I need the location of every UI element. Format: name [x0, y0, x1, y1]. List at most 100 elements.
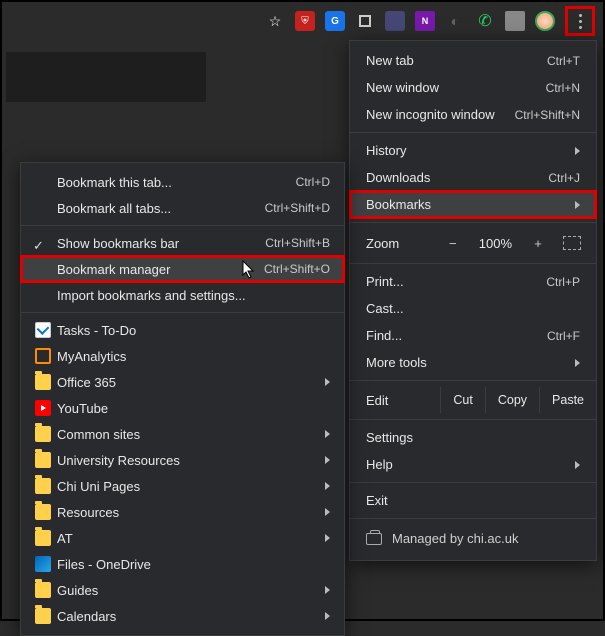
- menu-cast[interactable]: Cast...: [350, 295, 596, 322]
- dim-extension-icon[interactable]: ◐: [445, 11, 465, 31]
- whatsapp-icon[interactable]: ✆: [475, 11, 495, 31]
- shortcut-text: Ctrl+Shift+B: [265, 236, 330, 250]
- onenote-icon[interactable]: N: [415, 11, 435, 31]
- menu-help[interactable]: Help: [350, 451, 596, 478]
- submenu-label: Import bookmarks and settings...: [57, 288, 330, 303]
- zoom-value: 100%: [473, 236, 518, 251]
- teams-icon[interactable]: [385, 11, 405, 31]
- bookmark-item[interactable]: Tasks - To-Do: [21, 317, 344, 343]
- box-icon[interactable]: [355, 11, 375, 31]
- bookmark-folder[interactable]: Chi Uni Pages: [21, 473, 344, 499]
- kebab-menu-button[interactable]: [570, 11, 590, 31]
- bookmark-item[interactable]: MyAnalytics: [21, 343, 344, 369]
- bookmark-star-icon[interactable]: ☆: [265, 11, 285, 31]
- submenu-label: Bookmark this tab...: [57, 175, 296, 190]
- menu-history[interactable]: History: [350, 137, 596, 164]
- submenu-arrow-icon: [325, 534, 330, 542]
- bookmarks-submenu: Bookmark this tab... Ctrl+D Bookmark all…: [20, 162, 345, 636]
- menu-new-incognito[interactable]: New incognito window Ctrl+Shift+N: [350, 101, 596, 128]
- submenu-label: Bookmark all tabs...: [57, 201, 265, 216]
- menu-settings[interactable]: Settings: [350, 424, 596, 451]
- menu-separator: [350, 263, 596, 264]
- menu-separator: [350, 518, 596, 519]
- submenu-separator: [21, 225, 344, 226]
- bookmark-folder[interactable]: AT: [21, 525, 344, 551]
- menu-label: Settings: [366, 430, 413, 445]
- submenu-arrow-icon: [325, 612, 330, 620]
- menu-new-window[interactable]: New window Ctrl+N: [350, 74, 596, 101]
- menu-bookmarks[interactable]: Bookmarks: [350, 191, 596, 218]
- submenu-show-bookmarks-bar[interactable]: ✓ Show bookmarks bar Ctrl+Shift+B: [21, 230, 344, 256]
- edit-label: Edit: [366, 393, 440, 408]
- submenu-label: Bookmark manager: [57, 262, 264, 277]
- shortcut-text: Ctrl+J: [548, 171, 580, 185]
- submenu-import-bookmarks[interactable]: Import bookmarks and settings...: [21, 282, 344, 308]
- menu-label: Print...: [366, 274, 404, 289]
- bookmark-label: Common sites: [57, 427, 325, 442]
- bookmark-folder[interactable]: Office 365: [21, 369, 344, 395]
- shortcut-text: Ctrl+F: [547, 329, 580, 343]
- bookmark-label: Guides: [57, 583, 325, 598]
- menu-find[interactable]: Find... Ctrl+F: [350, 322, 596, 349]
- menu-separator: [350, 222, 596, 223]
- submenu-label: Show bookmarks bar: [57, 236, 265, 251]
- bookmark-folder[interactable]: Guides: [21, 577, 344, 603]
- shortcut-text: Ctrl+Shift+O: [264, 262, 330, 276]
- translate-icon[interactable]: G: [325, 11, 345, 31]
- shortcut-text: Ctrl+Shift+N: [515, 108, 580, 122]
- menu-label: New incognito window: [366, 107, 495, 122]
- menu-more-tools[interactable]: More tools: [350, 349, 596, 376]
- bookmark-folder[interactable]: Common sites: [21, 421, 344, 447]
- menu-separator: [350, 132, 596, 133]
- menu-label: History: [366, 143, 406, 158]
- submenu-arrow-icon: [575, 147, 580, 155]
- menu-print[interactable]: Print... Ctrl+P: [350, 268, 596, 295]
- folder-icon: [35, 608, 51, 624]
- bookmark-label: Chi Uni Pages: [57, 479, 325, 494]
- fullscreen-button[interactable]: [558, 231, 586, 255]
- submenu-arrow-icon: [575, 359, 580, 367]
- menu-separator: [350, 419, 596, 420]
- managed-by-row[interactable]: Managed by chi.ac.uk: [350, 523, 596, 554]
- folder-icon: [35, 504, 51, 520]
- paste-button[interactable]: Paste: [539, 387, 596, 413]
- tasks-icon: [35, 322, 51, 338]
- folder-icon: [35, 426, 51, 442]
- browser-toolbar: ☆ ⛨ G N ◐ ✆: [261, 6, 599, 36]
- bookmark-label: University Resources: [57, 453, 325, 468]
- bookmark-item[interactable]: YouTube: [21, 395, 344, 421]
- zoom-in-button[interactable]: +: [524, 231, 552, 255]
- zoom-out-button[interactable]: −: [439, 231, 467, 255]
- folder-icon: [35, 452, 51, 468]
- menu-label: Downloads: [366, 170, 430, 185]
- copy-button[interactable]: Copy: [485, 387, 539, 413]
- bookmark-folder[interactable]: Resources: [21, 499, 344, 525]
- submenu-bookmark-manager[interactable]: Bookmark manager Ctrl+Shift+O: [21, 256, 344, 282]
- submenu-arrow-icon: [325, 456, 330, 464]
- submenu-bookmark-this-tab[interactable]: Bookmark this tab... Ctrl+D: [21, 169, 344, 195]
- shortcut-text: Ctrl+D: [296, 175, 330, 189]
- menu-label: New tab: [366, 53, 414, 68]
- submenu-bookmark-all-tabs[interactable]: Bookmark all tabs... Ctrl+Shift+D: [21, 195, 344, 221]
- profile-avatar[interactable]: [535, 11, 555, 31]
- menu-downloads[interactable]: Downloads Ctrl+J: [350, 164, 596, 191]
- folder-icon: [35, 478, 51, 494]
- bookmark-label: Office 365: [57, 375, 325, 390]
- check-icon: ✓: [33, 238, 47, 248]
- shortcut-text: Ctrl+P: [546, 275, 580, 289]
- menu-exit[interactable]: Exit: [350, 487, 596, 514]
- menu-edit-row: Edit Cut Copy Paste: [350, 385, 596, 415]
- menu-label: Cast...: [366, 301, 404, 316]
- zoom-label: Zoom: [366, 236, 433, 251]
- shield-icon[interactable]: ⛨: [295, 11, 315, 31]
- bookmark-folder[interactable]: University Resources: [21, 447, 344, 473]
- bookmark-item[interactable]: Files - OneDrive: [21, 551, 344, 577]
- bookmark-label: YouTube: [57, 401, 330, 416]
- cut-button[interactable]: Cut: [440, 387, 484, 413]
- folder-icon: [35, 530, 51, 546]
- submenu-arrow-icon: [575, 461, 580, 469]
- bookmark-folder[interactable]: Calendars: [21, 603, 344, 629]
- menu-new-tab[interactable]: New tab Ctrl+T: [350, 47, 596, 74]
- calendar-icon[interactable]: [505, 11, 525, 31]
- menu-label: Exit: [366, 493, 388, 508]
